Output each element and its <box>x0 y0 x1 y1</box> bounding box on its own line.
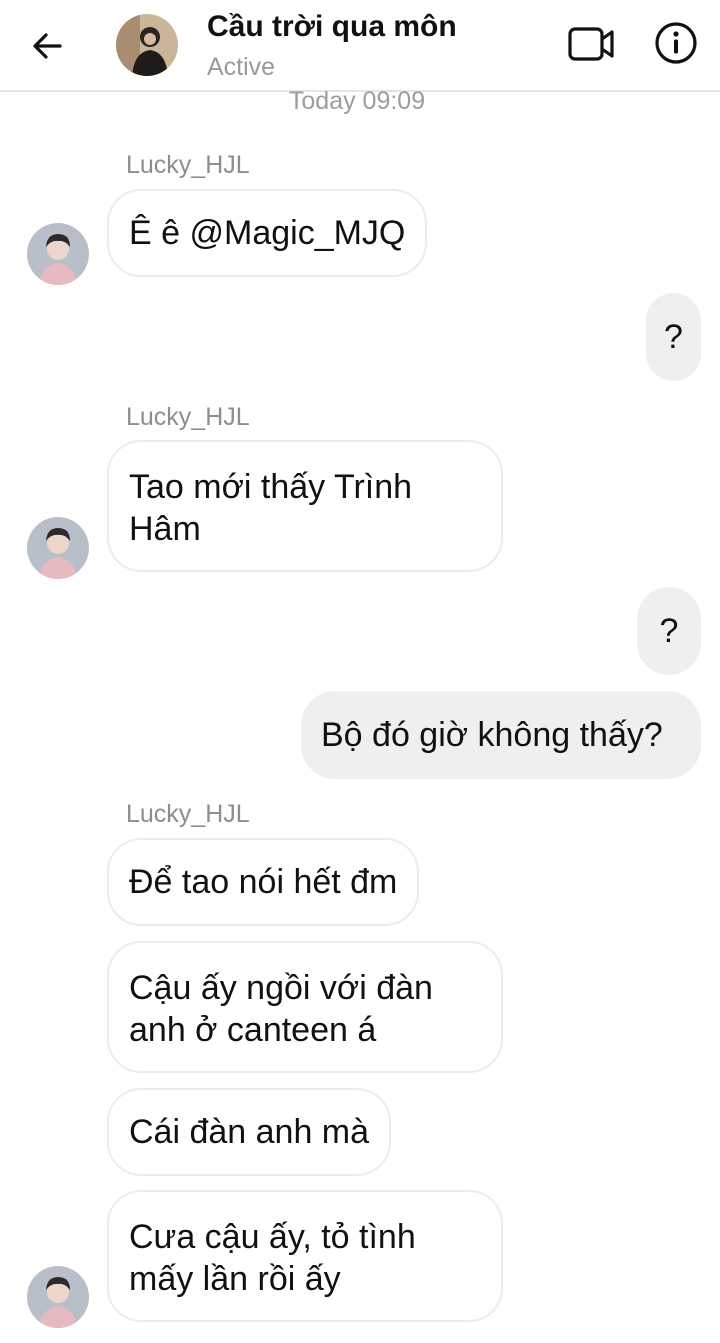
info-button[interactable] <box>653 20 699 66</box>
message-bubble-incoming[interactable]: Tao mới thấy Trình Hâm <box>107 440 503 572</box>
message-bubble-outgoing[interactable]: Bộ đó giờ không thấy? <box>301 691 701 779</box>
sender-name: Lucky_HJL <box>126 151 250 179</box>
arrow-left-icon <box>33 33 62 59</box>
conversation-title[interactable]: Cầu trời qua môn <box>207 10 457 44</box>
message-bubble-incoming[interactable]: Cưa cậu ấy, tỏ tình mấy lần rồi ấy <box>107 1190 503 1322</box>
active-status: Active <box>207 53 276 81</box>
back-button[interactable] <box>28 26 68 66</box>
chat-header: Cầu trời qua môn Active <box>0 0 720 92</box>
sender-name: Lucky_HJL <box>126 403 250 431</box>
message-text: ? <box>664 318 683 356</box>
video-call-button[interactable] <box>566 24 618 64</box>
message-timestamp: Today 09:09 <box>288 87 426 115</box>
message-bubble-incoming[interactable]: Ê ê @Magic_MJQ <box>107 189 428 277</box>
message-bubble-incoming[interactable]: Để tao nói hết đm <box>107 838 420 926</box>
sender-name: Lucky_HJL <box>126 800 250 828</box>
message-bubble-incoming[interactable]: Cái đàn anh mà <box>107 1088 392 1176</box>
message-bubble-incoming[interactable]: Cậu ấy ngồi với đàn anh ở canteen á <box>107 941 503 1073</box>
message-text-line: Cưa cậu ấy, tỏ tình <box>129 1218 416 1256</box>
sender-avatar[interactable] <box>27 517 89 579</box>
sender-avatar[interactable] <box>27 223 89 285</box>
group-avatar[interactable] <box>116 14 178 76</box>
message-text-line: anh ở canteen á <box>129 1011 377 1049</box>
message-bubble-outgoing[interactable]: ? <box>646 293 701 381</box>
message-text: ? <box>659 612 679 650</box>
message-text: Để tao nói hết đm <box>129 863 398 901</box>
sender-avatar[interactable] <box>27 1266 89 1328</box>
message-text-line: Cậu ấy ngồi với đàn <box>129 969 433 1007</box>
message-text-line: Tao mới thấy Trình <box>129 468 413 506</box>
info-icon <box>655 22 697 64</box>
message-text: Cái đàn anh mà <box>129 1113 370 1151</box>
message-bubble-outgoing[interactable]: ? <box>637 587 701 675</box>
message-text: Ê ê @Magic_MJQ <box>129 214 406 252</box>
message-text: Bộ đó giờ không thấy? <box>321 716 663 754</box>
message-text-line: mấy lần rồi ấy <box>129 1260 341 1298</box>
message-text-line: Hâm <box>129 510 201 548</box>
video-camera-icon <box>568 27 614 61</box>
